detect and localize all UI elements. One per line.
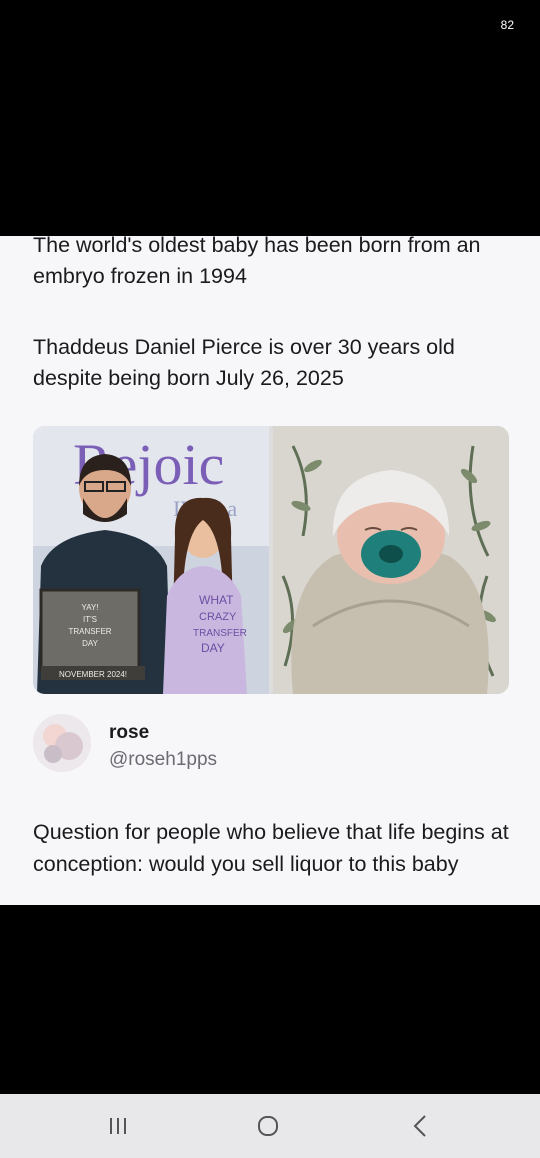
shirt-line-1: WHAT <box>199 593 234 607</box>
sign-date: NOVEMBER 2024! <box>59 670 127 679</box>
shirt-line-2: CRAZY <box>199 611 237 623</box>
sign-line-4: DAY <box>82 639 99 648</box>
navigation-bar <box>0 1094 540 1158</box>
sign-line-2: IT'S <box>83 615 97 624</box>
back-icon[interactable] <box>400 1108 440 1144</box>
shirt-line-4: DAY <box>201 641 225 655</box>
home-icon[interactable] <box>248 1108 288 1144</box>
reply-handle[interactable]: @roseh1pps <box>109 749 217 771</box>
post-headline: The world's oldest baby has been born fr… <box>33 236 481 288</box>
post-photos[interactable]: Rejoic IVF La WHAT CRAZY TRANSFER DAY YA… <box>33 426 509 694</box>
reply-question: Question for people who believe that lif… <box>33 820 509 876</box>
recents-icon[interactable] <box>98 1108 138 1144</box>
reply-name[interactable]: rose <box>109 722 149 744</box>
couple-photo[interactable]: Rejoic IVF La WHAT CRAZY TRANSFER DAY YA… <box>33 426 269 694</box>
battery-level: 82 <box>500 18 514 32</box>
post-card: The world's oldest baby has been born fr… <box>0 236 540 905</box>
status-bar: 82 <box>0 0 540 236</box>
baby-photo[interactable] <box>273 426 509 694</box>
shirt-line-3: TRANSFER <box>193 628 247 639</box>
sign-line-3: TRANSFER <box>68 627 111 636</box>
reply-header[interactable]: rose @roseh1pps <box>33 710 513 790</box>
avatar[interactable] <box>33 714 91 772</box>
post-subhead: Thaddeus Daniel Pierce is over 30 years … <box>33 335 455 390</box>
sign-line-1: YAY! <box>81 603 98 612</box>
